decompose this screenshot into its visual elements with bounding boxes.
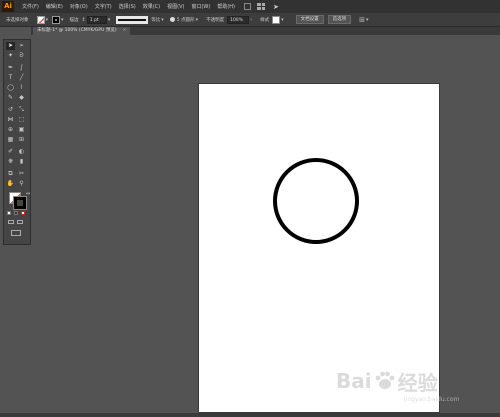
color-mode-icon[interactable] — [7, 211, 11, 215]
baidu-watermark: Bai 经验 — [336, 364, 438, 398]
chevron-down-icon[interactable]: ▾ — [196, 17, 199, 23]
none-mode-icon[interactable] — [21, 211, 25, 215]
align-icon[interactable]: ⊞ — [359, 16, 365, 24]
preferences-button[interactable]: 首选项 — [327, 15, 352, 24]
menu-help[interactable]: 帮助(H) — [217, 3, 235, 10]
chevron-down-icon[interactable]: ▾ — [281, 17, 284, 23]
chevron-down-icon[interactable]: ▾ — [61, 17, 64, 23]
gradient-mode-icon[interactable] — [14, 211, 18, 215]
app-logo: Ai — [2, 1, 14, 12]
curvature-tool-icon[interactable]: ∫ — [17, 64, 26, 72]
brush-definition[interactable]: 5 点圆形 — [177, 17, 195, 23]
direct-selection-tool-icon[interactable]: ➢ — [17, 42, 26, 50]
lasso-icon[interactable]: ᘐ — [17, 52, 26, 60]
chevron-down-icon[interactable]: ▾ — [161, 17, 164, 23]
eyedropper-icon[interactable]: ✐ — [6, 148, 15, 156]
style-label: 样式 — [260, 17, 270, 23]
chevron-right-icon[interactable]: › — [250, 17, 252, 23]
stroke-label: 描边 — [69, 17, 79, 23]
menu-select[interactable]: 选择(S) — [119, 3, 136, 10]
menu-file[interactable]: 文件(F) — [22, 3, 39, 10]
screen-mode-icon[interactable] — [11, 230, 21, 236]
watermark-brand-a: Bai — [336, 369, 372, 393]
shape-builder-icon[interactable]: ⊕ — [6, 126, 15, 134]
tools-panel: ➤ ➢ ✦ ᘐ ✒ ∫ T ╱ ◯ ⌇ ✎ ◆ ↺ ⤡ ⋈ ⬚ ⊕ ▣ ▦ ⊞ … — [3, 39, 31, 245]
stroke-color-box[interactable] — [13, 196, 27, 210]
menu-bar: Ai 文件(F) 编辑(E) 对象(O) 文字(T) 选择(S) 效果(C) 视… — [0, 0, 500, 13]
stroke-weight-field[interactable]: 1 pt — [86, 15, 107, 24]
magic-wand-icon[interactable]: ✦ — [6, 52, 15, 60]
brush-tip-icon — [169, 17, 175, 22]
ellipse-shape[interactable] — [273, 158, 359, 244]
width-tool-icon[interactable]: ⋈ — [6, 116, 15, 124]
shaper-tool-icon[interactable]: ✎ — [6, 94, 15, 102]
column-graph-icon[interactable]: ▮ — [17, 158, 26, 166]
live-paint-icon[interactable]: ▣ — [17, 126, 26, 134]
paw-logo-icon — [375, 371, 395, 389]
paintbrush-icon[interactable]: ⌇ — [17, 84, 26, 92]
document-setup-button[interactable]: 文档设置 — [295, 15, 324, 24]
control-bar: 未选择对象 ▾ ▾ 描边 ⇕ 1 pt ▾ 等比 ▾ 5 点圆形 ▾ 不透明度 … — [0, 13, 500, 27]
close-icon[interactable]: × — [123, 28, 127, 33]
opacity-field[interactable]: 100% — [227, 15, 250, 24]
rotate-tool-icon[interactable]: ↺ — [6, 106, 15, 114]
hand-tool-icon[interactable]: ✋ — [6, 180, 15, 188]
eraser-icon[interactable]: ◆ — [17, 94, 26, 102]
graphic-style-swatch[interactable] — [272, 15, 281, 24]
blend-tool-icon[interactable]: ◐ — [17, 148, 26, 156]
menu-view[interactable]: 视图(V) — [167, 3, 184, 10]
stroke-profile-label: 等比 — [151, 17, 161, 23]
free-transform-icon[interactable]: ⬚ — [17, 116, 26, 124]
menu-type[interactable]: 文字(T) — [95, 3, 112, 10]
mesh-tool-icon[interactable]: ⊞ — [17, 136, 26, 144]
menu-edit[interactable]: 编辑(E) — [46, 3, 63, 10]
menu-window[interactable]: 窗口(W) — [191, 3, 210, 10]
watermark-brand-b: 经验 — [397, 370, 438, 395]
stroke-swatch[interactable] — [52, 15, 61, 24]
stroke-profile-preview[interactable] — [116, 15, 149, 24]
chevron-down-icon[interactable]: ▾ — [46, 17, 49, 23]
menu-effect[interactable]: 效果(C) — [143, 3, 160, 10]
ellipse-tool-icon[interactable]: ◯ — [6, 84, 15, 92]
document-tab[interactable]: 未标题-1* @ 100% (CMYK/GPU 预览) × — [33, 27, 131, 35]
gpu-performance-icon[interactable]: ➤ — [273, 3, 279, 11]
selection-status: 未选择对象 — [6, 17, 29, 23]
fill-swatch[interactable] — [36, 15, 45, 24]
slice-tool-icon[interactable]: ✂ — [17, 170, 26, 178]
menu-object[interactable]: 对象(O) — [70, 3, 88, 10]
perspective-grid-icon[interactable]: ▦ — [6, 136, 15, 144]
scale-tool-icon[interactable]: ⤡ — [17, 106, 26, 114]
zoom-tool-icon[interactable]: ⚲ — [17, 180, 26, 188]
line-tool-icon[interactable]: ╱ — [17, 74, 26, 82]
selection-tool-icon[interactable]: ➤ — [6, 42, 15, 50]
bridge-icon[interactable] — [244, 3, 251, 10]
pen-tool-icon[interactable]: ✒ — [6, 64, 15, 72]
arrange-documents-icon[interactable] — [257, 3, 265, 10]
chevron-down-icon[interactable]: ▾ — [366, 17, 369, 23]
draw-inside-icon[interactable] — [17, 220, 23, 224]
chevron-down-icon[interactable]: ▾ — [108, 17, 111, 23]
opacity-label: 不透明度 — [206, 17, 225, 23]
swap-colors-icon[interactable]: ↔ — [26, 191, 30, 197]
status-bar — [0, 413, 500, 417]
stepper-icon[interactable]: ⇕ — [82, 17, 86, 23]
artboard-tool-icon[interactable]: ⧉ — [6, 170, 15, 178]
document-tab-strip: 未标题-1* @ 100% (CMYK/GPU 预览) × — [31, 27, 500, 35]
watermark-url: jingyan.baidu.com — [404, 396, 460, 403]
draw-mode-icon[interactable] — [8, 220, 14, 224]
document-tab-title: 未标题-1* @ 100% (CMYK/GPU 预览) — [37, 28, 117, 33]
type-tool-icon[interactable]: T — [6, 74, 15, 82]
symbol-sprayer-icon[interactable]: ❋ — [6, 158, 15, 166]
